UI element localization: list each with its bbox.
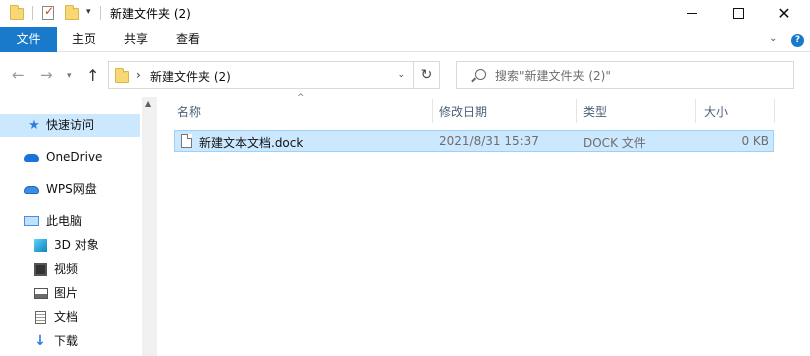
file-icon xyxy=(181,134,192,148)
pictures-icon xyxy=(34,288,48,299)
expand-ribbon-icon[interactable]: ⌄ xyxy=(769,33,777,44)
column-divider[interactable] xyxy=(695,99,696,123)
address-folder-icon xyxy=(115,68,129,83)
column-header-size[interactable]: 大小 xyxy=(704,104,728,121)
up-arrow-icon[interactable]: ↑ xyxy=(86,66,99,85)
sidebar-item-3d-objects[interactable]: 3D 对象 xyxy=(0,234,140,257)
sidebar-item-wps-cloud[interactable]: WPS网盘 xyxy=(0,178,140,201)
file-size: 0 KB xyxy=(741,134,769,148)
sidebar-item-label: 下载 xyxy=(54,334,79,348)
close-button[interactable]: ✕ xyxy=(761,0,807,27)
back-arrow-icon[interactable]: ← xyxy=(12,66,25,84)
sidebar-item-label: OneDrive xyxy=(46,150,103,164)
file-row[interactable]: 新建文本文档.dock 2021/8/31 15:37 DOCK 文件 0 KB xyxy=(174,130,774,152)
new-folder-icon[interactable] xyxy=(65,5,79,20)
navigation-pane: ★ 快速访问 OneDrive WPS网盘 此电脑 3D 对象 视频 图片 文档… xyxy=(0,97,157,356)
download-icon: ↓ xyxy=(34,333,46,349)
file-type: DOCK 文件 xyxy=(583,136,646,150)
sidebar-item-label: 此电脑 xyxy=(46,214,83,228)
tab-home[interactable]: 主页 xyxy=(62,27,106,52)
sidebar-item-this-pc[interactable]: 此电脑 xyxy=(0,210,140,233)
column-header-name[interactable]: 名称 xyxy=(177,104,201,121)
sidebar-item-label: 3D 对象 xyxy=(54,238,99,252)
window-title: 新建文件夹 (2) xyxy=(110,7,191,21)
title-bar: ▾ 新建文件夹 (2) ✕ xyxy=(0,0,810,27)
sidebar-item-onedrive[interactable]: OneDrive xyxy=(0,146,140,169)
column-divider[interactable] xyxy=(774,99,775,123)
search-box[interactable] xyxy=(456,61,794,89)
forward-arrow-icon[interactable]: → xyxy=(40,66,53,84)
sidebar-item-downloads[interactable]: ↓ 下载 xyxy=(0,330,140,353)
search-input[interactable] xyxy=(495,67,785,84)
file-name: 新建文本文档.dock xyxy=(199,136,304,150)
sidebar-item-pictures[interactable]: 图片 xyxy=(0,282,140,305)
wps-cloud-icon xyxy=(24,186,39,194)
tab-view[interactable]: 查看 xyxy=(166,27,210,52)
sidebar-item-label: 文档 xyxy=(54,310,79,324)
sidebar-item-label: 图片 xyxy=(54,286,79,300)
properties-icon[interactable] xyxy=(42,4,54,20)
column-divider[interactable] xyxy=(576,99,577,123)
column-divider[interactable] xyxy=(432,99,433,123)
address-history-dropdown-icon[interactable]: ⌄ xyxy=(397,70,405,80)
pc-icon xyxy=(24,216,39,226)
video-icon xyxy=(34,263,47,276)
sidebar-item-videos[interactable]: 视频 xyxy=(0,258,140,281)
onedrive-cloud-icon xyxy=(24,154,39,162)
ribbon-tabs: 文件 主页 共享 查看 ⌄ ? xyxy=(0,27,810,52)
star-icon: ★ xyxy=(28,118,40,133)
tab-share[interactable]: 共享 xyxy=(114,27,158,52)
breadcrumb-chevron-icon[interactable]: › xyxy=(136,68,141,82)
sidebar-scrollbar[interactable]: ▲ xyxy=(142,97,157,356)
breadcrumb[interactable]: 新建文件夹 (2) xyxy=(150,68,231,85)
sidebar-item-label: 视频 xyxy=(54,262,79,276)
customize-quick-access-icon[interactable]: ▾ xyxy=(86,7,91,17)
tab-file[interactable]: 文件 xyxy=(0,27,57,52)
column-header-type[interactable]: 类型 xyxy=(583,104,607,121)
help-icon[interactable]: ? xyxy=(791,34,804,47)
sidebar-item-documents[interactable]: 文档 xyxy=(0,306,140,329)
navigation-bar: ← → ▾ ↑ › 新建文件夹 (2) ⌄ ↻ xyxy=(0,52,810,97)
quick-access-separator xyxy=(32,6,33,20)
sidebar-item-label: 快速访问 xyxy=(46,118,95,132)
3d-objects-icon xyxy=(34,239,47,252)
file-date: 2021/8/31 15:37 xyxy=(439,134,539,148)
documents-icon xyxy=(35,311,46,324)
minimize-button[interactable] xyxy=(669,0,715,27)
maximize-button[interactable] xyxy=(715,0,761,27)
folder-icon xyxy=(10,5,24,20)
refresh-button[interactable]: ↻ xyxy=(414,61,440,89)
sort-ascending-icon: ^ xyxy=(297,93,305,103)
address-bar[interactable]: › 新建文件夹 (2) ⌄ xyxy=(108,61,414,89)
quick-access-separator xyxy=(100,6,101,20)
column-header-date[interactable]: 修改日期 xyxy=(439,104,487,121)
search-icon xyxy=(475,69,486,80)
sidebar-item-quick-access[interactable]: ★ 快速访问 xyxy=(0,114,140,137)
sidebar-item-label: WPS网盘 xyxy=(46,182,97,196)
scroll-up-arrow-icon[interactable]: ▲ xyxy=(145,99,151,108)
recent-locations-chevron-icon[interactable]: ▾ xyxy=(67,71,72,81)
file-list: ^ 名称 修改日期 类型 大小 新建文本文档.dock 2021/8/31 15… xyxy=(157,93,810,356)
